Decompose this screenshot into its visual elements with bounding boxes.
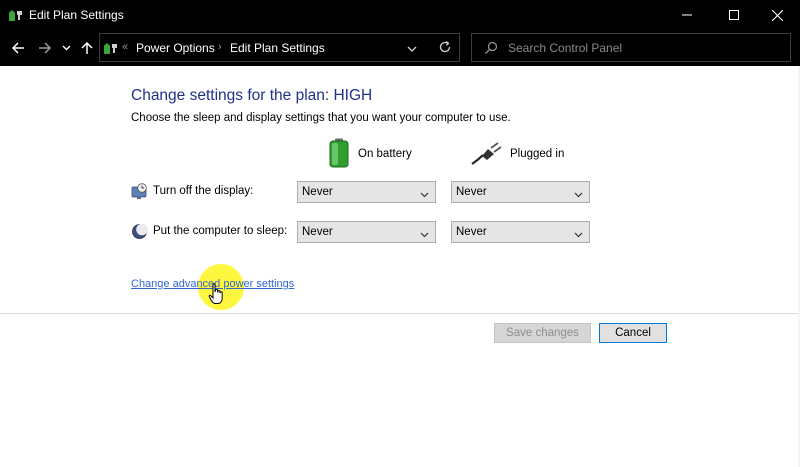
footer-divider (0, 313, 800, 314)
display-timeout-label: Turn off the display: (153, 185, 254, 197)
chevron-down-icon (62, 45, 70, 51)
maximize-button[interactable] (711, 0, 757, 30)
monitor-clock-icon (131, 183, 148, 200)
close-icon (771, 9, 783, 21)
arrow-up-icon (81, 41, 93, 54)
power-options-icon (8, 7, 24, 23)
display-plugged-value: Never (456, 186, 487, 198)
address-bar[interactable]: « Power Options › Edit Plan Settings (99, 33, 460, 62)
sleep-battery-select[interactable]: Never (297, 221, 436, 243)
up-button[interactable] (78, 39, 96, 57)
breadcrumb-edit-plan-settings[interactable]: Edit Plan Settings (230, 41, 325, 55)
maximize-icon (729, 10, 739, 20)
chevron-down-icon (574, 229, 583, 241)
title-bar: Edit Plan Settings (0, 0, 800, 30)
sleep-plugged-value: Never (456, 226, 487, 238)
chevron-down-icon (420, 229, 429, 241)
window-title: Edit Plan Settings (29, 8, 124, 22)
recent-locations-button[interactable] (60, 39, 72, 57)
close-button[interactable] (754, 0, 800, 30)
minimize-button[interactable] (664, 0, 710, 30)
back-button[interactable] (9, 39, 27, 57)
display-battery-value: Never (302, 186, 333, 198)
column-header-battery: On battery (328, 138, 412, 170)
search-icon (484, 41, 498, 58)
power-options-icon (103, 40, 119, 56)
search-box[interactable] (471, 33, 791, 62)
sleep-battery-value: Never (302, 226, 333, 238)
arrow-right-icon (39, 42, 52, 54)
arrow-left-icon (11, 42, 24, 54)
display-plugged-select[interactable]: Never (451, 181, 590, 203)
hand-cursor-icon (208, 283, 224, 308)
navigation-bar: « Power Options › Edit Plan Settings (0, 30, 800, 66)
main-content: Change settings for the plan: HIGH Choos… (0, 66, 800, 467)
display-battery-select[interactable]: Never (297, 181, 436, 203)
breadcrumb-power-options[interactable]: Power Options (136, 41, 215, 55)
cancel-button[interactable]: Cancel (599, 323, 667, 343)
chevron-down-icon (574, 189, 583, 201)
battery-icon (328, 138, 350, 171)
sleep-plugged-select[interactable]: Never (451, 221, 590, 243)
refresh-button[interactable] (438, 40, 452, 57)
forward-button[interactable] (36, 39, 54, 57)
search-input[interactable] (508, 39, 778, 57)
chevron-down-icon (420, 189, 429, 201)
minimize-icon (682, 14, 692, 16)
page-description: Choose the sleep and display settings th… (131, 112, 511, 124)
page-title: Change settings for the plan: HIGH (131, 87, 373, 104)
breadcrumb-separator[interactable]: › (218, 41, 222, 53)
power-plug-icon (470, 140, 502, 169)
moon-icon (131, 223, 148, 240)
address-history-button[interactable] (407, 42, 417, 56)
column-header-plugged-in: Plugged in (470, 138, 564, 170)
breadcrumb-overflow[interactable]: « (122, 41, 128, 53)
save-changes-button[interactable]: Save changes (494, 323, 591, 343)
chevron-down-icon (407, 46, 417, 52)
column-label-battery: On battery (358, 148, 412, 160)
sleep-timeout-label: Put the computer to sleep: (153, 225, 288, 237)
refresh-icon (439, 40, 451, 53)
column-label-plugged-in: Plugged in (510, 148, 565, 160)
